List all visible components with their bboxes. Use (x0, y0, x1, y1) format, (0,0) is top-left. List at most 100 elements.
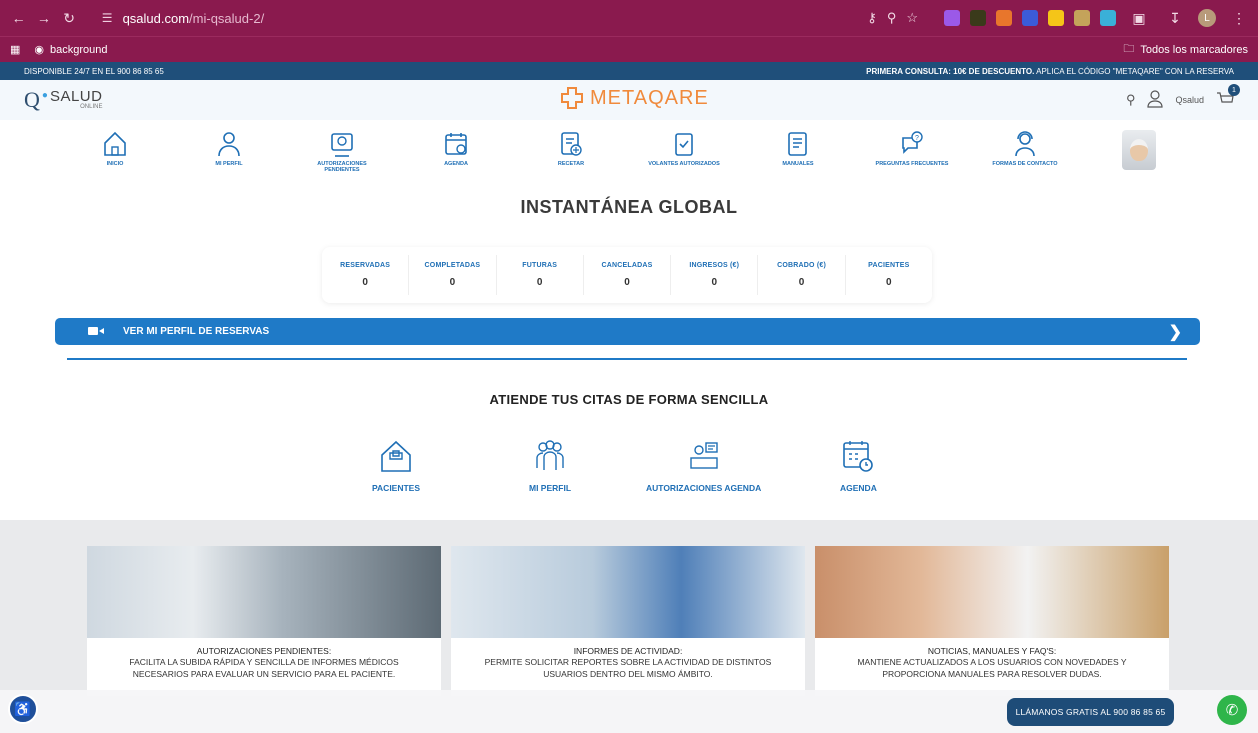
action-mi-perfil[interactable]: MI PERFIL (529, 438, 571, 493)
nav-mi-perfil[interactable]: MI PERFIL (189, 130, 269, 167)
nav-autorizaciones-pendientes[interactable]: AUTORIZACIONES PENDIENTES (302, 130, 382, 173)
forward-arrow-icon[interactable]: → (31, 5, 56, 31)
profile-avatar[interactable]: L (1198, 9, 1216, 27)
site-settings-icon[interactable]: ☰ (102, 11, 113, 25)
card-title: INFORMES DE ACTIVIDAD: (573, 646, 683, 656)
availability-text: DISPONIBLE 24/7 EN EL 900 86 85 65 (24, 66, 164, 76)
clipboard-check-icon (675, 133, 693, 156)
whatsapp-icon[interactable]: ✆ (1217, 695, 1247, 725)
search-icon[interactable]: ⚲ (1126, 92, 1136, 108)
cart-icon[interactable]: 1 (1216, 84, 1240, 108)
nav-label: VOLANTES AUTORIZADOS (648, 161, 720, 167)
metaqare-logo[interactable]: METAQARE (560, 86, 709, 110)
nav-manuales[interactable]: MANUALES (758, 130, 838, 167)
promo-bar: DISPONIBLE 24/7 EN EL 900 86 85 65 PRIME… (0, 62, 1258, 80)
nurse-photo (451, 546, 805, 638)
stat-pacientes: PACIENTES 0 (846, 255, 932, 295)
promo-bold: PRIMERA CONSULTA: 10€ DE DESCUENTO. (866, 66, 1035, 76)
feature-card-noticias[interactable]: NOTICIAS, MANUALES Y FAQ'S: MANTIENE ACT… (815, 546, 1169, 696)
feature-card-informes[interactable]: INFORMES DE ACTIVIDAD: PERMITE SOLICITAR… (451, 546, 805, 696)
stat-label: PACIENTES (868, 262, 910, 269)
accessibility-icon[interactable]: ♿ (8, 694, 38, 724)
doctor-desk-icon (689, 442, 718, 469)
doctor-monitor-icon (331, 133, 353, 157)
nav-recetar[interactable]: RECETAR (531, 130, 611, 167)
profile-bar-label: VER MI PERFIL DE RESERVAS (123, 326, 270, 337)
doctor-photo (87, 546, 441, 638)
stat-label: COMPLETADAS (424, 262, 481, 269)
extension-icon[interactable] (1048, 10, 1064, 26)
bookmarks-bar: ▦ ◉ background 🗀 Todos los marcadores (0, 36, 1258, 62)
nav-label: MI PERFIL (215, 161, 243, 167)
all-bookmarks-button[interactable]: 🗀 Todos los marcadores (1123, 40, 1248, 59)
action-pacientes[interactable]: PACIENTES (372, 438, 420, 493)
call-free-button[interactable]: LLÁMANOS GRATIS AL 900 86 85 65 (1007, 698, 1174, 726)
nav-volantes-autorizados[interactable]: VOLANTES AUTORIZADOS (644, 130, 724, 167)
nav-inicio[interactable]: INICIO (75, 130, 155, 167)
logo-salud: SALUD (49, 88, 103, 105)
user-icon[interactable] (1147, 90, 1164, 110)
nav-agenda[interactable]: AGENDA (416, 130, 496, 167)
reload-icon[interactable]: ↻ (57, 5, 82, 31)
password-key-icon[interactable]: ⚷ (867, 10, 877, 26)
all-bookmarks-label: Todos los marcadores (1140, 43, 1248, 56)
extension-icon[interactable] (970, 10, 986, 26)
nav-preguntas-frecuentes[interactable]: ? PREGUNTAS FRECUENTES (872, 130, 952, 167)
extension-icon[interactable] (944, 10, 960, 26)
extension-icon[interactable] (1074, 10, 1090, 26)
profile-photo (1122, 130, 1156, 170)
extension-icon[interactable] (1100, 10, 1116, 26)
card-title: AUTORIZACIONES PENDIENTES: (196, 646, 332, 656)
stat-label: COBRADO (€) (777, 262, 826, 269)
stat-ingresos: INGRESOS (€) 0 (671, 255, 759, 295)
apps-grid-icon[interactable]: ▦ (10, 43, 20, 56)
stat-label: INGRESOS (€) (689, 262, 740, 269)
browser-toolbar: ← → ↻ ☰ qsalud.com/mi-qsalud-2/ ⚷ ⚲ ☆ ▣ … (0, 0, 1258, 36)
feature-card-autorizaciones[interactable]: AUTORIZACIONES PENDIENTES: FACILITA LA S… (87, 546, 441, 696)
user-profile-icon (218, 132, 240, 157)
stat-value: 0 (536, 277, 543, 288)
group-users-icon (536, 440, 564, 470)
card-description: MANTIENE ACTUALIZADOS A LOS USUARIOS CON… (857, 657, 1127, 679)
stat-value: 0 (711, 277, 718, 288)
quick-actions: PACIENTES MI PERFIL AUTORIZACIONES AGEND… (0, 438, 1258, 498)
chevron-right-icon: ❯ (1168, 323, 1182, 341)
view-reservations-profile-button[interactable]: VER MI PERFIL DE RESERVAS ❯ (55, 318, 1200, 345)
home-icon (104, 131, 126, 156)
house-medical-icon (381, 440, 411, 472)
menu-kebab-icon[interactable]: ⋮ (1226, 5, 1252, 31)
nav-profile-photo[interactable] (1099, 130, 1179, 170)
action-autorizaciones-agenda[interactable]: AUTORIZACIONES AGENDA (646, 438, 761, 493)
stats-panel: RESERVADAS 0 COMPLETADAS 0 FUTURAS 0 CANCEL… (322, 247, 932, 303)
icon-navigation: INICIO MI PERFIL AUTORIZACIONES PENDIENT… (0, 130, 1258, 180)
extension-icon[interactable] (1022, 10, 1038, 26)
action-label: PACIENTES (372, 483, 421, 493)
stat-label: FUTURAS (522, 262, 558, 269)
prescription-icon (561, 132, 582, 156)
bookmark-star-icon[interactable]: ☆ (906, 10, 918, 26)
action-agenda[interactable]: AGENDA (840, 438, 877, 493)
back-arrow-icon[interactable]: ← (6, 5, 31, 31)
action-label: AUTORIZACIONES AGENDA (646, 483, 762, 493)
download-icon[interactable]: ↧ (1162, 5, 1188, 31)
address-bar[interactable]: ☰ qsalud.com/mi-qsalud-2/ ⚷ ⚲ ☆ (92, 5, 928, 31)
extensions-puzzle-icon[interactable]: ▣ (1126, 5, 1152, 31)
action-label: AGENDA (840, 483, 877, 493)
nav-label: PREGUNTAS FRECUENTES (875, 161, 949, 167)
url-path: /mi-qsalud-2/ (189, 10, 265, 26)
bookmark-background[interactable]: ◉ background (34, 43, 108, 57)
stat-value: 0 (362, 277, 368, 288)
video-camera-icon (88, 327, 104, 335)
globe-icon: ◉ (34, 44, 45, 56)
stat-cobrado: COBRADO (€) 0 (758, 255, 846, 295)
stat-reservadas: RESERVADAS 0 (322, 255, 410, 295)
user-name[interactable]: Qsalud (1175, 95, 1204, 105)
extension-icon[interactable] (996, 10, 1012, 26)
zoom-icon[interactable]: ⚲ (887, 10, 897, 26)
nav-formas-de-contacto[interactable]: FORMAS DE CONTACTO (985, 130, 1065, 167)
bookmark-label: background (50, 43, 108, 56)
qsalud-logo[interactable]: Q ● SALUD ONLINE (24, 87, 102, 113)
stat-futuras: FUTURAS 0 (497, 255, 584, 295)
url-host: qsalud.com (122, 10, 190, 26)
nav-label: FORMAS DE CONTACTO (992, 161, 1058, 167)
